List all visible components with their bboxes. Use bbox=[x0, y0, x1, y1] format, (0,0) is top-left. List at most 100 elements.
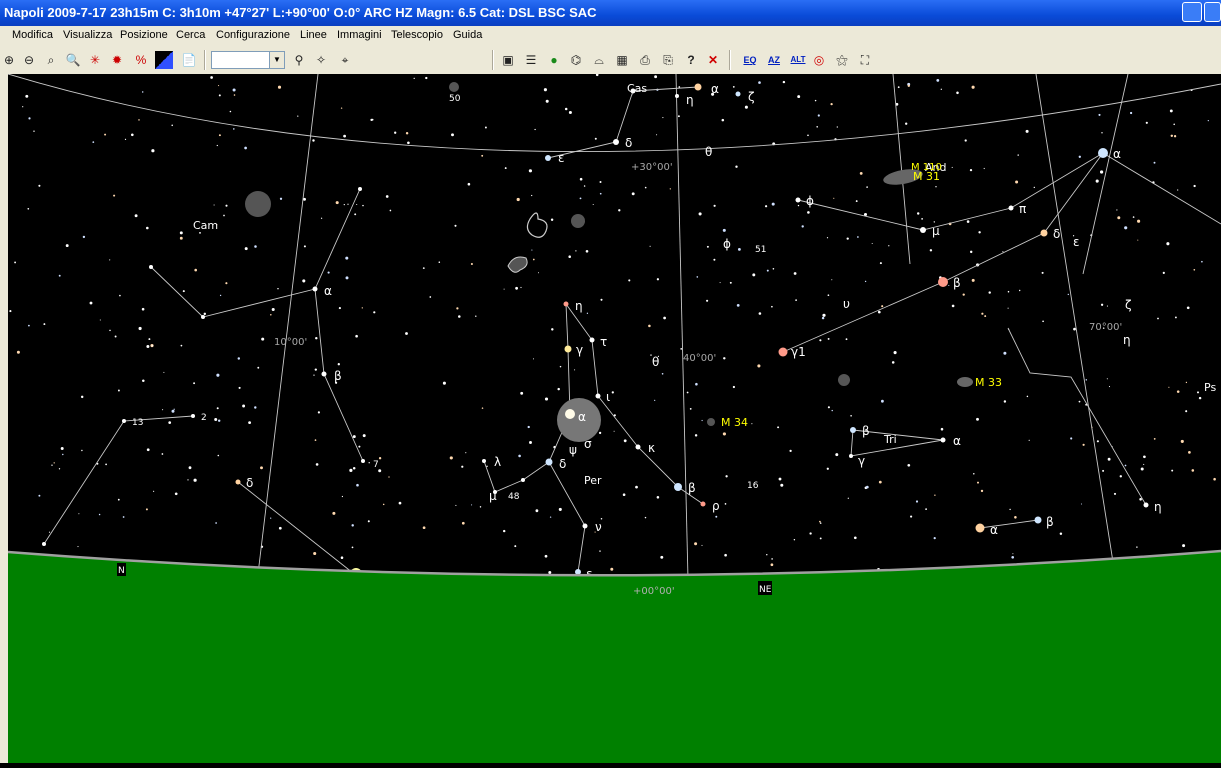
star-phi-and[interactable] bbox=[795, 197, 801, 203]
page-icon[interactable]: 📄 bbox=[180, 51, 198, 69]
star-beta-per[interactable] bbox=[674, 483, 682, 491]
zoom-in-icon[interactable]: ⊕ bbox=[0, 51, 18, 69]
cluster-circle[interactable] bbox=[838, 374, 850, 386]
star-48-per[interactable] bbox=[521, 478, 525, 482]
target-icon[interactable]: ◎ bbox=[810, 51, 828, 69]
star-tau-per[interactable] bbox=[589, 337, 595, 343]
zoom-out-icon[interactable]: ⊖ bbox=[20, 51, 38, 69]
frame-icon[interactable]: ⛶ bbox=[856, 51, 874, 69]
star-13-cam[interactable] bbox=[122, 419, 126, 423]
star-alpha-cas[interactable] bbox=[694, 83, 702, 91]
star-cam[interactable] bbox=[149, 265, 153, 269]
menu-immagini[interactable]: Immagini bbox=[337, 29, 382, 41]
cluster-circle[interactable] bbox=[449, 82, 459, 92]
menu-telescopio[interactable]: Telescopio bbox=[391, 29, 443, 41]
star-delta-per[interactable] bbox=[545, 458, 553, 466]
calendar-icon[interactable]: ▦ bbox=[613, 51, 631, 69]
eq-button[interactable]: EQ bbox=[739, 51, 761, 69]
star-pi-and[interactable] bbox=[1008, 205, 1014, 211]
star-2-cam[interactable] bbox=[191, 414, 195, 418]
star-gamma-and[interactable] bbox=[778, 347, 788, 357]
menu-modifica[interactable]: Modifica bbox=[12, 29, 53, 41]
menu-posizione[interactable]: Posizione bbox=[120, 29, 168, 41]
az-button[interactable]: AZ bbox=[763, 51, 785, 69]
star-beta-and[interactable] bbox=[938, 277, 948, 287]
star-gamma-per[interactable] bbox=[564, 345, 572, 353]
constellation-psc: Ps bbox=[1204, 381, 1216, 394]
find-object-icon[interactable]: ⌖ bbox=[336, 51, 354, 69]
faint-star bbox=[146, 448, 150, 452]
menu-cerca[interactable]: Cerca bbox=[176, 29, 205, 41]
minimize-button[interactable] bbox=[1182, 2, 1202, 22]
star-eps-cas[interactable] bbox=[545, 155, 551, 161]
planets-icon[interactable]: % bbox=[132, 51, 150, 69]
nebula-circle[interactable] bbox=[245, 191, 271, 217]
menu-visualizza[interactable]: Visualizza bbox=[63, 29, 112, 41]
find-star-icon[interactable]: ✧ bbox=[312, 51, 330, 69]
faint-star bbox=[907, 463, 911, 467]
star-cam[interactable] bbox=[358, 187, 362, 191]
faint-star bbox=[98, 513, 101, 516]
star-eta-cas[interactable] bbox=[675, 94, 679, 98]
star-zeta-cas[interactable] bbox=[735, 91, 741, 97]
print-icon[interactable]: ⎙ bbox=[636, 51, 654, 69]
m34-marker[interactable] bbox=[707, 418, 715, 426]
star-alpha-tri[interactable] bbox=[940, 437, 946, 443]
dome-icon[interactable]: ⌓ bbox=[590, 51, 608, 69]
faint-star bbox=[916, 212, 920, 215]
faint-star bbox=[835, 453, 839, 457]
faint-star bbox=[853, 536, 857, 540]
star-delta-cas[interactable] bbox=[613, 139, 619, 145]
m33-galaxy[interactable] bbox=[957, 377, 973, 387]
print-preview-icon[interactable]: ⎘ bbox=[659, 51, 677, 69]
faint-star bbox=[1182, 544, 1186, 548]
star-delta-aur[interactable] bbox=[235, 479, 241, 485]
close-icon[interactable]: ✕ bbox=[704, 51, 722, 69]
star-delta-and[interactable] bbox=[1040, 229, 1048, 237]
fov-select[interactable]: ▼ bbox=[211, 51, 285, 69]
faint-star bbox=[694, 434, 698, 437]
menu-linee[interactable]: Linee bbox=[300, 29, 327, 41]
star-alpha-cam[interactable] bbox=[312, 286, 318, 292]
globe-icon[interactable]: ● bbox=[545, 51, 563, 69]
star-symbol-icon[interactable]: ✳ bbox=[86, 51, 104, 69]
alt-button[interactable]: ALT bbox=[787, 51, 809, 69]
star-beta-ari[interactable] bbox=[1034, 516, 1042, 524]
star-beta-cam[interactable] bbox=[321, 371, 327, 377]
notes-icon[interactable]: ☰ bbox=[522, 51, 540, 69]
star-nu-per[interactable] bbox=[582, 523, 588, 529]
star-cam[interactable] bbox=[201, 315, 205, 319]
star-gamma-tri[interactable] bbox=[849, 454, 853, 458]
star-kappa-per[interactable] bbox=[635, 444, 641, 450]
zoom-area-icon[interactable]: ⌕ bbox=[42, 51, 60, 69]
star-alpha-ari[interactable] bbox=[975, 523, 985, 533]
star-7-cam[interactable] bbox=[361, 459, 365, 463]
color-mode-icon[interactable] bbox=[155, 51, 173, 69]
star-lambda-per[interactable] bbox=[482, 459, 486, 463]
telescope-icon[interactable]: ⌬ bbox=[567, 51, 585, 69]
star-eta-psc[interactable] bbox=[1143, 502, 1149, 508]
faint-star bbox=[1186, 306, 1190, 310]
constellation-icon[interactable]: ⚝ bbox=[833, 51, 851, 69]
star-cam[interactable] bbox=[42, 542, 46, 546]
search-icon[interactable]: 🔍 bbox=[64, 51, 82, 69]
maximize-button[interactable] bbox=[1204, 2, 1221, 22]
label-and-gamma1: γ1 bbox=[791, 345, 806, 359]
sky-map[interactable]: α η ζ 50 δ ε θ α π δ ε μ ϕ β γ1 ζ η υ ϕ … bbox=[7, 73, 1221, 763]
star-alpha-and[interactable] bbox=[1098, 148, 1108, 158]
star-alpha-per[interactable] bbox=[565, 409, 575, 419]
cluster-circle[interactable] bbox=[571, 214, 585, 228]
star-iota-per[interactable] bbox=[595, 393, 601, 399]
star-eta-per[interactable] bbox=[563, 301, 569, 307]
star-mu-and[interactable] bbox=[920, 227, 926, 233]
star-beta-tri[interactable] bbox=[850, 427, 856, 433]
chevron-down-icon[interactable]: ▼ bbox=[269, 52, 284, 68]
binoculars-icon[interactable]: ⚲ bbox=[290, 51, 308, 69]
menu-configurazione[interactable]: Configurazione bbox=[216, 29, 290, 41]
sun-icon[interactable]: ✹ bbox=[108, 51, 126, 69]
menu-guida[interactable]: Guida bbox=[453, 29, 482, 41]
sky-chart[interactable]: α η ζ 50 δ ε θ α π δ ε μ ϕ β γ1 ζ η υ ϕ … bbox=[7, 73, 1221, 763]
save-icon[interactable]: ▣ bbox=[499, 51, 517, 69]
star-rho-per[interactable] bbox=[700, 501, 706, 507]
help-icon[interactable]: ? bbox=[682, 51, 700, 69]
